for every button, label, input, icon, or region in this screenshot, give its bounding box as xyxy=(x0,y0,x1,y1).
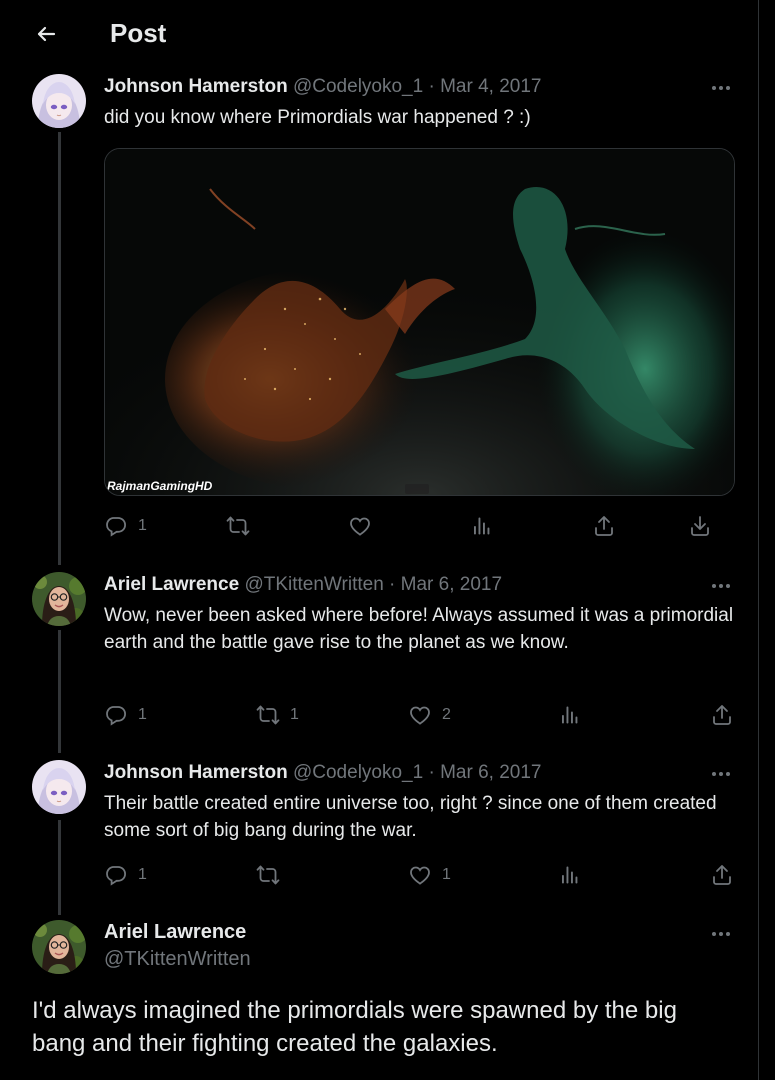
repost-button[interactable] xyxy=(256,859,280,891)
author-name[interactable]: Ariel Lawrence xyxy=(104,921,246,944)
tweet-text: Their battle created entire universe too… xyxy=(104,793,717,841)
tweet-actions: 1 xyxy=(104,510,740,542)
reply-button[interactable]: 1 xyxy=(104,859,147,891)
repost-icon xyxy=(256,703,280,727)
author-name[interactable]: Johnson Hamerston xyxy=(104,762,288,783)
tweet-text: Wow, never been asked where before! Alwa… xyxy=(104,605,734,653)
author-name[interactable]: Johnson Hamerston xyxy=(104,76,288,97)
repost-count: 1 xyxy=(290,706,299,723)
views-button[interactable] xyxy=(558,859,582,891)
author-handle[interactable]: @TKittenWritten xyxy=(244,574,383,595)
tweet-text: I'd always imagined the primordials were… xyxy=(32,997,677,1057)
post-date[interactable]: Mar 6, 2017 xyxy=(440,762,541,783)
tweet-header: Johnson Hamerston @Codelyoko_1 · Mar 6, … xyxy=(104,762,541,784)
like-count: 2 xyxy=(442,706,451,723)
repost-icon xyxy=(226,514,250,538)
author-handle[interactable]: @TKittenWritten xyxy=(104,948,251,971)
bookmark-button[interactable] xyxy=(688,510,712,542)
media-watermark: RajmanGamingHD xyxy=(107,479,213,493)
like-button[interactable] xyxy=(348,510,372,542)
thread-line xyxy=(58,820,61,915)
author-handle[interactable]: @Codelyoko_1 xyxy=(293,762,423,783)
like-icon xyxy=(348,514,372,538)
repost-icon xyxy=(256,863,280,887)
repost-button[interactable]: 1 xyxy=(256,699,299,731)
reply-count: 1 xyxy=(138,706,147,723)
post-column: Post Johnson Hamerston @Codelyoko_1 · Ma… xyxy=(0,0,759,1080)
more-icon xyxy=(709,928,733,940)
reply-count: 1 xyxy=(138,517,147,534)
post-date[interactable]: Mar 6, 2017 xyxy=(401,574,502,595)
like-count: 1 xyxy=(442,866,451,883)
like-button[interactable]: 2 xyxy=(408,699,451,731)
post-date[interactable]: Mar 4, 2017 xyxy=(440,76,541,97)
share-button[interactable] xyxy=(710,859,734,891)
reply-icon xyxy=(104,863,128,887)
thread-line xyxy=(58,132,61,565)
separator: · xyxy=(389,574,396,595)
reply-button[interactable]: 1 xyxy=(104,699,147,731)
tweet-media[interactable]: RajmanGamingHD xyxy=(104,148,735,496)
tweet-header: Ariel Lawrence @TKittenWritten · Mar 6, … xyxy=(104,574,502,596)
like-icon xyxy=(408,703,432,727)
share-icon xyxy=(710,703,734,727)
tweet-actions: 1 1 2 xyxy=(104,699,740,731)
back-button[interactable] xyxy=(30,20,62,52)
tweet-actions: 1 1 xyxy=(104,859,740,891)
more-button[interactable] xyxy=(708,924,734,944)
reply-count: 1 xyxy=(138,866,147,883)
share-icon xyxy=(710,863,734,887)
reply-icon xyxy=(104,703,128,727)
repost-button[interactable] xyxy=(226,510,250,542)
separator: · xyxy=(428,762,435,783)
share-icon xyxy=(592,514,616,538)
page-header: Post xyxy=(0,0,759,70)
avatar[interactable] xyxy=(32,572,86,626)
more-button[interactable] xyxy=(708,78,734,98)
tweet-text: did you know where Primordials war happe… xyxy=(104,107,531,128)
avatar[interactable] xyxy=(32,920,86,974)
separator: · xyxy=(428,76,435,97)
back-arrow-icon xyxy=(34,22,58,51)
views-icon xyxy=(470,514,494,538)
views-icon xyxy=(558,863,582,887)
more-button[interactable] xyxy=(708,764,734,784)
avatar[interactable] xyxy=(32,760,86,814)
views-button[interactable] xyxy=(558,699,582,731)
share-button[interactable] xyxy=(592,510,616,542)
media-image xyxy=(105,149,734,495)
more-icon xyxy=(709,82,733,94)
more-icon xyxy=(709,768,733,780)
reply-button[interactable]: 1 xyxy=(104,510,147,542)
author-name[interactable]: Ariel Lawrence xyxy=(104,574,239,595)
page-title: Post xyxy=(110,18,167,48)
views-icon xyxy=(558,703,582,727)
like-icon xyxy=(408,863,432,887)
more-button[interactable] xyxy=(708,576,734,596)
author-handle[interactable]: @Codelyoko_1 xyxy=(293,76,423,97)
bookmark-icon xyxy=(688,514,712,538)
more-icon xyxy=(709,580,733,592)
avatar[interactable] xyxy=(32,74,86,128)
reply-icon xyxy=(104,514,128,538)
like-button[interactable]: 1 xyxy=(408,859,451,891)
tweet-header: Johnson Hamerston @Codelyoko_1 · Mar 4, … xyxy=(104,76,541,98)
share-button[interactable] xyxy=(710,699,734,731)
thread-line xyxy=(58,630,61,753)
views-button[interactable] xyxy=(470,510,494,542)
